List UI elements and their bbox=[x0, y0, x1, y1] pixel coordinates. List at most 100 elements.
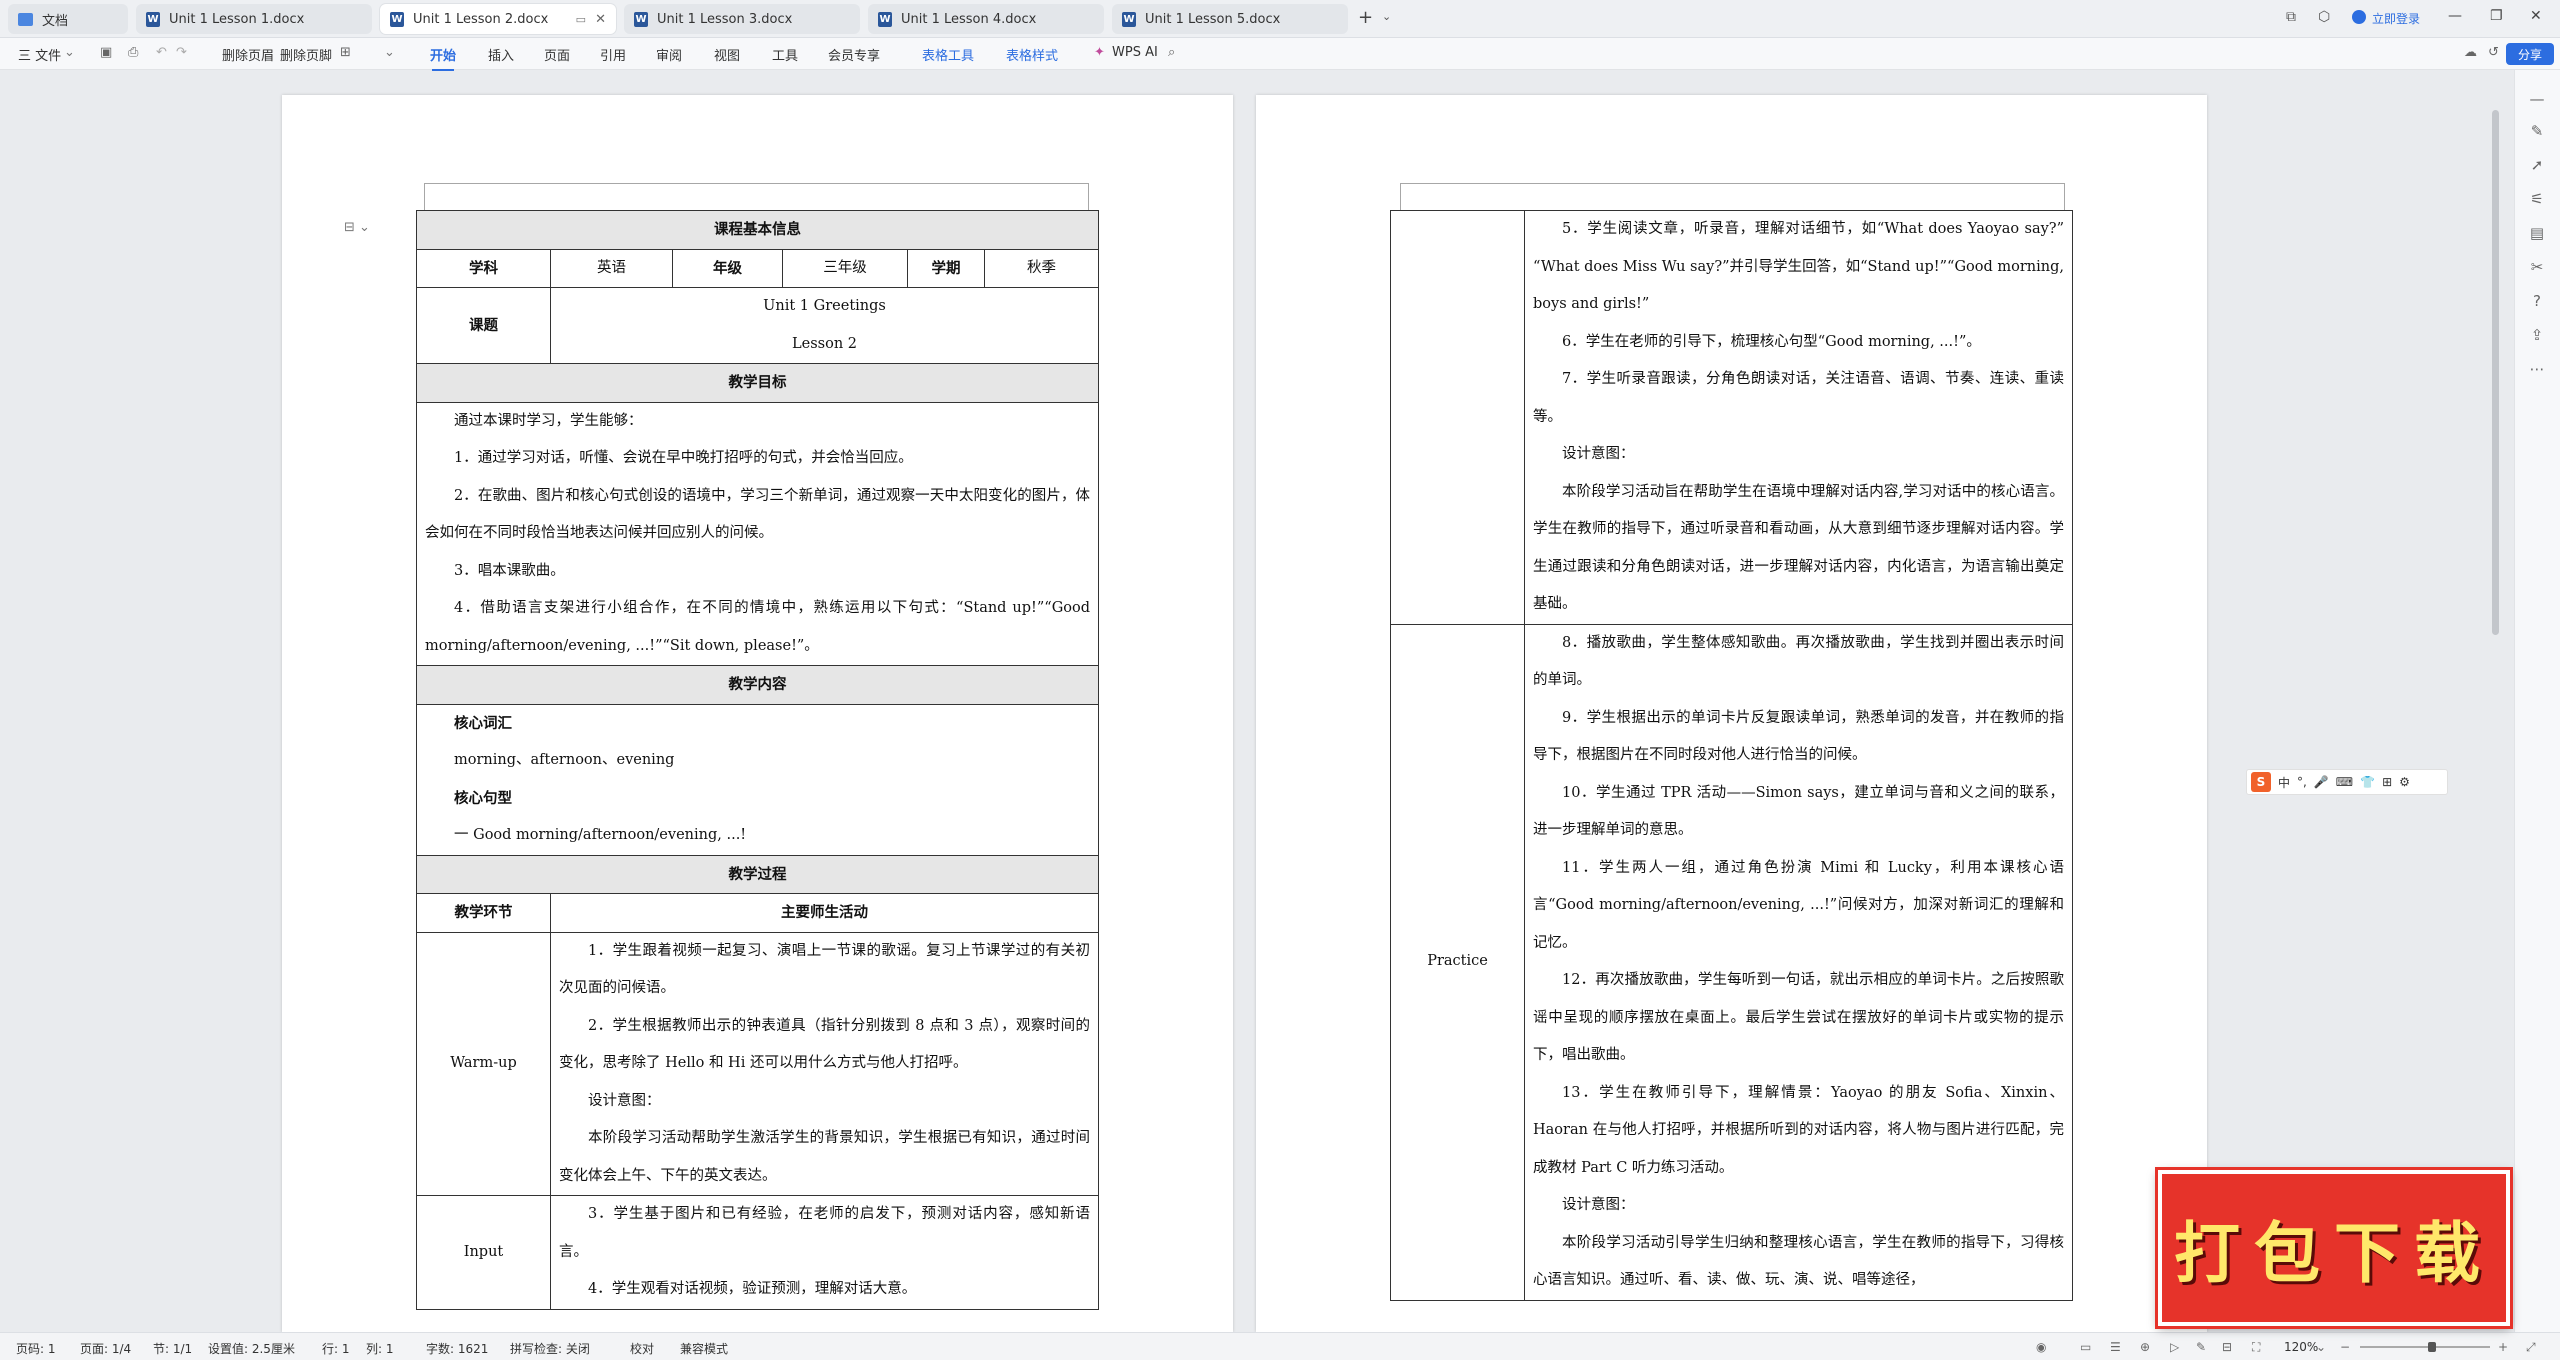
file-menu-chevron-icon[interactable]: ⌄ bbox=[64, 45, 75, 60]
menu-review[interactable]: 审阅 bbox=[656, 45, 682, 64]
minimize-icon[interactable]: — bbox=[2448, 8, 2462, 24]
right-sidebar: — ✎ ➚ ⚟ ▤ ✂ ? ⇪ ⋯ bbox=[2514, 70, 2560, 1332]
outline-view-icon[interactable]: ☰ bbox=[2110, 1340, 2121, 1354]
tab-list-chevron-icon[interactable]: ⌄ bbox=[1382, 10, 1391, 23]
cube-icon[interactable]: ⬡ bbox=[2318, 9, 2330, 25]
design-intent-text: 本阶段学习活动旨在帮助学生在语境中理解对话内容,学习对话中的核心语言。学生在教师… bbox=[1533, 483, 2064, 613]
activity-item: 12．再次播放歌曲，学生每听到一句话，就出示相应的单词卡片。之后按照歌谣中呈现的… bbox=[1533, 972, 2064, 1063]
status-section[interactable]: 节: 1/1 bbox=[153, 1340, 192, 1357]
subject-label: 学科 bbox=[416, 248, 551, 288]
ime-toolbar[interactable]: S 中 °, 🎤 ⌨ 👕 ⊞ ⚙ bbox=[2246, 769, 2448, 795]
file-menu[interactable]: 三 文件 bbox=[18, 45, 61, 64]
word-doc-icon: W bbox=[634, 11, 648, 27]
settings-icon[interactable]: ⚙ bbox=[2399, 775, 2410, 789]
stage-warmup: Warm-up bbox=[416, 931, 551, 1196]
goal-item: 4．借助语言支架进行小组合作，在不同的情境中，熟练运用以下句式：“Stand u… bbox=[425, 600, 1091, 654]
grid-icon[interactable]: ⊞ bbox=[2382, 775, 2392, 789]
delete-footer-button[interactable]: 删除页脚 bbox=[280, 45, 332, 64]
save-icon[interactable]: ▣ bbox=[100, 45, 112, 60]
close-tab-icon[interactable]: ✕ bbox=[595, 12, 606, 27]
goal-item: 1．通过学习对话，听懂、会说在早中晚打招呼的句式，并会恰当回应。 bbox=[454, 450, 913, 466]
login-link[interactable]: 立即登录 bbox=[2372, 10, 2420, 27]
fullscreen-icon[interactable]: ⤢ bbox=[2526, 1340, 2536, 1355]
zoom-out-icon[interactable]: − bbox=[2340, 1340, 2350, 1354]
new-tab-button[interactable]: + bbox=[1358, 7, 1373, 28]
web-view-icon[interactable]: ⊕ bbox=[2140, 1340, 2150, 1354]
play-icon[interactable]: ▷ bbox=[2170, 1340, 2179, 1354]
maximize-icon[interactable]: ❐ bbox=[2490, 8, 2503, 24]
menu-references[interactable]: 引用 bbox=[600, 45, 626, 64]
help-icon[interactable]: ? bbox=[2527, 292, 2547, 312]
search-icon[interactable]: ⌕ bbox=[1168, 45, 1175, 60]
format-icon[interactable]: ⊞ bbox=[340, 45, 351, 60]
user-avatar-icon[interactable] bbox=[2352, 10, 2366, 24]
menu-wps-ai[interactable]: WPS AI bbox=[1112, 45, 1158, 60]
select-cursor-icon[interactable]: ➚ bbox=[2527, 156, 2547, 176]
more-icon[interactable]: ⋯ bbox=[2527, 360, 2547, 380]
menu-insert[interactable]: 插入 bbox=[488, 45, 514, 64]
eye-protect-icon[interactable]: ◉ bbox=[2036, 1340, 2046, 1354]
more-chevron-icon[interactable]: ⌄ bbox=[384, 45, 395, 60]
menu-tools[interactable]: 工具 bbox=[772, 45, 798, 64]
history-icon[interactable]: ↺ bbox=[2488, 45, 2499, 60]
zoom-slider-thumb[interactable] bbox=[2428, 1342, 2436, 1352]
status-proofread[interactable]: 校对 bbox=[630, 1340, 654, 1357]
grade-label: 年级 bbox=[672, 248, 783, 288]
activity-item: 5．学生阅读文章，听录音，理解对话细节，如“What does Yaoyao s… bbox=[1533, 221, 2064, 312]
share-icon[interactable]: ⇪ bbox=[2527, 326, 2547, 346]
content-cell: 核心词汇 morning、afternoon、evening 核心句型 一 Go… bbox=[415, 703, 1100, 856]
pen-icon[interactable]: ✎ bbox=[2527, 122, 2547, 142]
status-row[interactable]: 行: 1 bbox=[322, 1340, 350, 1357]
share-button[interactable]: 分享 bbox=[2506, 43, 2554, 65]
fit-page-icon[interactable]: ⛶ bbox=[2252, 1340, 2260, 1355]
delete-header-button[interactable]: 删除页眉 bbox=[222, 45, 274, 64]
tab-lesson-1[interactable]: W Unit 1 Lesson 1.docx bbox=[136, 4, 372, 34]
cloud-icon[interactable]: ☁ bbox=[2464, 45, 2477, 60]
restore-icon[interactable]: ⧉ bbox=[2286, 9, 2296, 25]
image-icon[interactable]: ▤ bbox=[2527, 224, 2547, 244]
microphone-icon[interactable]: 🎤 bbox=[2314, 775, 2329, 789]
redo-icon[interactable]: ↷ bbox=[176, 45, 187, 60]
keyboard-icon[interactable]: ⌨ bbox=[2336, 775, 2353, 789]
share-label: 分享 bbox=[2517, 47, 2542, 62]
table-handle-icon[interactable]: ⊟ ⌄ bbox=[344, 220, 370, 235]
tab-lesson-3[interactable]: W Unit 1 Lesson 3.docx bbox=[624, 4, 860, 34]
print-icon[interactable]: ⎙ bbox=[128, 45, 138, 60]
punctuation-icon[interactable]: °, bbox=[2297, 775, 2307, 789]
collapse-icon[interactable]: — bbox=[2527, 90, 2547, 110]
close-window-icon[interactable]: ✕ bbox=[2530, 8, 2542, 24]
ime-mode-label[interactable]: 中 bbox=[2278, 774, 2290, 791]
tab-lesson-2[interactable]: W Unit 1 Lesson 2.docx ▭ ✕ bbox=[380, 4, 616, 34]
tab-home[interactable]: 文档 bbox=[8, 4, 128, 34]
tools-icon[interactable]: ✂ bbox=[2527, 258, 2547, 278]
status-setting-value[interactable]: 设置值: 2.5厘米 bbox=[208, 1340, 295, 1357]
status-page-number[interactable]: 页码: 1 bbox=[16, 1340, 56, 1357]
menu-home[interactable]: 开始 bbox=[430, 45, 456, 71]
zoom-level[interactable]: 120% bbox=[2284, 1340, 2318, 1354]
adjust-icon[interactable]: ⚟ bbox=[2527, 190, 2547, 210]
status-word-count[interactable]: 字数: 1621 bbox=[426, 1340, 488, 1357]
download-banner[interactable]: 打包下载 bbox=[2158, 1170, 2510, 1326]
term-value: 秋季 bbox=[983, 248, 1100, 288]
status-spell-check[interactable]: 拼写检查: 关闭 bbox=[510, 1340, 590, 1357]
tab-lesson-4[interactable]: W Unit 1 Lesson 4.docx bbox=[868, 4, 1104, 34]
zoom-in-icon[interactable]: + bbox=[2498, 1340, 2508, 1354]
zoom-slider[interactable] bbox=[2360, 1346, 2490, 1348]
status-pages[interactable]: 页面: 1/4 bbox=[80, 1340, 131, 1357]
vertical-scrollbar[interactable] bbox=[2492, 110, 2499, 635]
menu-table-tools[interactable]: 表格工具 bbox=[922, 45, 974, 64]
goals-header: 教学目标 bbox=[415, 363, 1100, 403]
menu-page[interactable]: 页面 bbox=[544, 45, 570, 64]
status-column[interactable]: 列: 1 bbox=[366, 1340, 394, 1357]
tab-lesson-5[interactable]: W Unit 1 Lesson 5.docx bbox=[1112, 4, 1348, 34]
read-mode-icon[interactable]: ⊟ bbox=[2222, 1340, 2232, 1354]
menu-table-style[interactable]: 表格样式 bbox=[1006, 45, 1058, 64]
page-view-icon[interactable]: ▭ bbox=[2080, 1340, 2091, 1354]
zoom-dropdown-chevron-icon[interactable]: ⌄ bbox=[2316, 1340, 2326, 1354]
skin-icon[interactable]: 👕 bbox=[2360, 775, 2375, 789]
menu-view[interactable]: 视图 bbox=[714, 45, 740, 64]
window-icon[interactable]: ▭ bbox=[576, 13, 586, 26]
undo-icon[interactable]: ↶ bbox=[156, 45, 167, 60]
pen-mode-icon[interactable]: ✎ bbox=[2196, 1340, 2206, 1354]
menu-member[interactable]: 会员专享 bbox=[828, 45, 880, 64]
